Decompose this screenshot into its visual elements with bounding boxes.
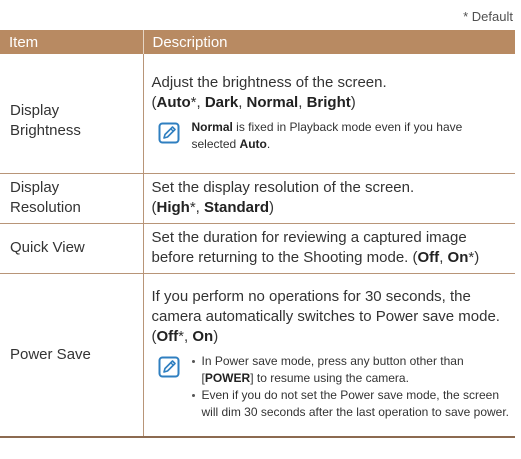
note-text: In Power save mode, press any button oth…: [191, 353, 510, 421]
settings-table: Item Description Display Brightness Adju…: [0, 30, 515, 438]
note-auto: Auto: [239, 136, 267, 151]
option-list: (High*, Standard): [151, 198, 275, 216]
header-description: Description: [143, 30, 515, 54]
note-normal: Normal: [191, 119, 233, 134]
option-off: Off: [417, 248, 440, 266]
table-row: Power Save If you perform no operations …: [0, 273, 515, 438]
desc-power-save: If you perform no operations for 30 seco…: [143, 273, 515, 438]
list-item: Even if you do not set the Power save mo…: [191, 387, 509, 421]
desc-text: If you perform no operations for 30 seco…: [151, 288, 500, 346]
table-row: Quick View Set the duration for reviewin…: [0, 223, 515, 274]
table-row: Display Brightness Adjust the brightness…: [0, 54, 515, 174]
list-item: In Power save mode, press any button oth…: [191, 353, 510, 387]
default-note: * Default: [463, 9, 513, 24]
item-display-brightness: Display Brightness: [0, 54, 144, 174]
option-dark: Dark: [204, 93, 239, 111]
option-normal: Normal: [246, 93, 299, 111]
note-box: In Power save mode, press any button oth…: [152, 353, 510, 421]
note-end: .: [266, 136, 271, 151]
desc-text: Adjust the brightness of the screen.: [151, 73, 387, 91]
option-bright: Bright: [306, 93, 351, 111]
option-off: Off: [156, 328, 179, 346]
note-pencil-icon: [158, 356, 179, 378]
note-box: Normal is fixed in Playback mode even if…: [152, 119, 510, 153]
option-auto: Auto: [156, 93, 191, 111]
note-1-end: ] to resume using the camera.: [250, 371, 409, 386]
desc-text: Set the display resolution of the screen…: [151, 178, 415, 196]
table-row: Display Resolution Set the display resol…: [0, 173, 515, 224]
table-header: Item Description: [0, 30, 515, 54]
desc-display-brightness: Adjust the brightness of the screen. (Au…: [143, 54, 515, 174]
option-standard: Standard: [204, 198, 270, 216]
option-on: On: [192, 328, 214, 346]
note-pencil-icon: [158, 122, 179, 144]
note-mid: is fixed in Playback mode even if you ha…: [191, 119, 463, 151]
item-power-save: Power Save: [0, 273, 144, 438]
note-1-power: POWER: [204, 371, 251, 386]
option-high: High: [156, 198, 190, 216]
desc-power-save-text: If you perform no operations for 30 seco…: [151, 288, 500, 326]
item-quick-view: Quick View: [0, 223, 144, 274]
note-text: Normal is fixed in Playback mode even if…: [192, 119, 510, 153]
option-on: On: [447, 248, 469, 266]
desc-display-resolution: Set the display resolution of the screen…: [143, 173, 515, 224]
option-list: (Auto*, Dark, Normal, Bright): [151, 93, 356, 111]
desc-quick-view: Set the duration for reviewing a capture…: [143, 223, 515, 274]
item-display-resolution: Display Resolution: [0, 173, 144, 224]
note-list: In Power save mode, press any button oth…: [191, 353, 510, 421]
header-item: Item: [0, 30, 144, 54]
